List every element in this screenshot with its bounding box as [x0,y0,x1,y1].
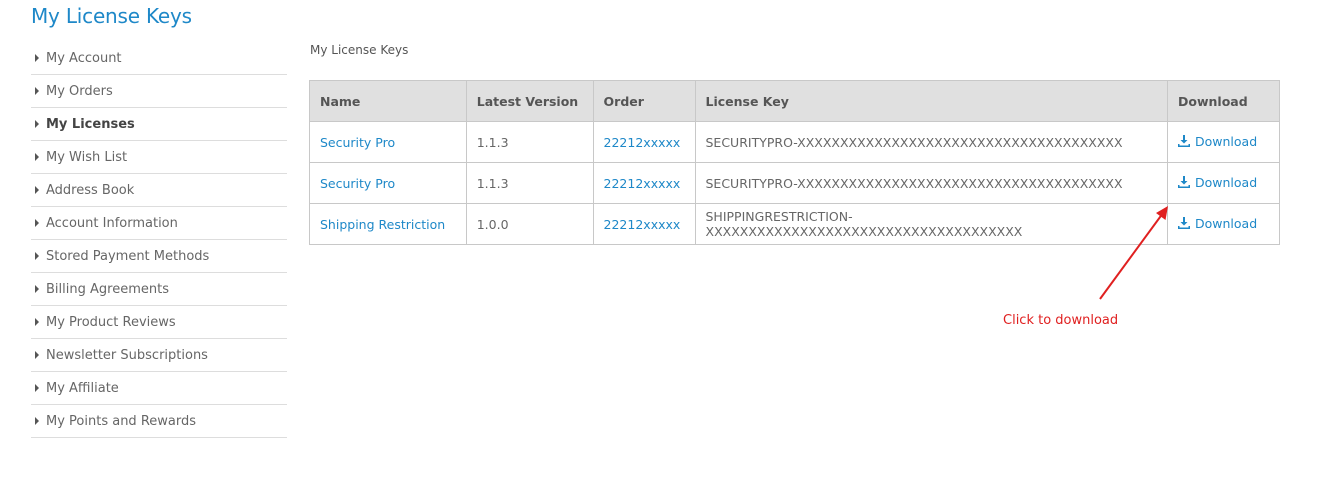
account-sidebar: My Account My Orders My Licenses My Wish… [31,42,287,438]
sidebar-item-my-affiliate[interactable]: My Affiliate [31,372,287,405]
download-icon [1178,176,1191,189]
caret-right-icon [35,318,39,326]
annotation-label: Click to download [1003,313,1119,328]
caret-right-icon [35,384,39,392]
sidebar-item-account-information[interactable]: Account Information [31,207,287,240]
sidebar-item-label: My Affiliate [46,380,119,396]
caret-right-icon [35,87,39,95]
download-cell: Download [1167,121,1280,163]
sidebar-item-stored-payment-methods[interactable]: Stored Payment Methods [31,240,287,273]
sidebar-item-label: My Licenses [46,116,135,132]
caret-right-icon [35,54,39,62]
latest-version: 1.0.0 [465,203,594,245]
table-row: Security Pro 1.1.3 22212xxxxx SECURITYPR… [309,162,1280,204]
download-cell: Download [1167,203,1280,245]
sidebar-item-my-product-reviews[interactable]: My Product Reviews [31,306,287,339]
sidebar-item-label: My Wish List [46,149,128,165]
license-key: SECURITYPRO-XXXXXXXXXXXXXXXXXXXXXXXXXXXX… [694,162,1169,204]
column-header-name: Name [309,80,467,122]
download-label: Download [1195,133,1258,149]
order-link[interactable]: 22212xxxxx [592,121,696,163]
license-keys-table: Name Latest Version Order License Key Do… [309,80,1280,245]
product-name-link[interactable]: Shipping Restriction [309,203,467,245]
column-header-license-key: License Key [694,80,1169,122]
order-link[interactable]: 22212xxxxx [592,203,696,245]
column-header-latest-version: Latest Version [465,80,594,122]
sidebar-item-label: My Orders [46,83,113,99]
table-header-row: Name Latest Version Order License Key Do… [309,80,1280,122]
sidebar-item-my-wish-list[interactable]: My Wish List [31,141,287,174]
product-name-link[interactable]: Security Pro [309,162,467,204]
caret-right-icon [35,351,39,359]
product-name-link[interactable]: Security Pro [309,121,467,163]
caret-right-icon [35,186,39,194]
license-key: SHIPPINGRESTRICTION-XXXXXXXXXXXXXXXXXXXX… [694,203,1169,245]
sidebar-item-billing-agreements[interactable]: Billing Agreements [31,273,287,306]
download-label: Download [1195,174,1258,190]
section-title: My License Keys [310,43,409,57]
download-icon [1178,135,1191,148]
column-header-download: Download [1167,80,1280,122]
sidebar-item-my-account[interactable]: My Account [31,42,287,75]
latest-version: 1.1.3 [465,121,594,163]
sidebar-item-newsletter-subscriptions[interactable]: Newsletter Subscriptions [31,339,287,372]
caret-right-icon [35,252,39,260]
sidebar-item-label: My Points and Rewards [46,413,197,429]
table-row: Shipping Restriction 1.0.0 22212xxxxx SH… [309,203,1280,245]
license-key: SECURITYPRO-XXXXXXXXXXXXXXXXXXXXXXXXXXXX… [694,121,1169,163]
download-link[interactable]: Download [1178,216,1257,231]
download-label: Download [1195,215,1258,231]
sidebar-item-label: Billing Agreements [46,281,169,297]
caret-right-icon [35,285,39,293]
caret-right-icon [35,417,39,425]
page-title: My License Keys [31,4,192,28]
sidebar-item-my-orders[interactable]: My Orders [31,75,287,108]
caret-right-icon [35,153,39,161]
caret-right-icon [35,219,39,227]
sidebar-item-label: Account Information [46,215,178,231]
sidebar-item-label: Address Book [46,182,135,198]
caret-right-icon [35,120,39,128]
download-link[interactable]: Download [1178,134,1257,149]
download-icon [1178,217,1191,230]
download-link[interactable]: Download [1178,175,1257,190]
download-cell: Download [1167,162,1280,204]
sidebar-item-my-licenses[interactable]: My Licenses [31,108,287,141]
sidebar-item-label: Newsletter Subscriptions [46,347,208,363]
sidebar-item-label: My Account [46,50,122,66]
order-link[interactable]: 22212xxxxx [592,162,696,204]
sidebar-item-my-points-and-rewards[interactable]: My Points and Rewards [31,405,287,438]
sidebar-item-label: Stored Payment Methods [46,248,210,264]
latest-version: 1.1.3 [465,162,594,204]
sidebar-item-label: My Product Reviews [46,314,176,330]
sidebar-item-address-book[interactable]: Address Book [31,174,287,207]
column-header-order: Order [592,80,696,122]
table-row: Security Pro 1.1.3 22212xxxxx SECURITYPR… [309,121,1280,163]
